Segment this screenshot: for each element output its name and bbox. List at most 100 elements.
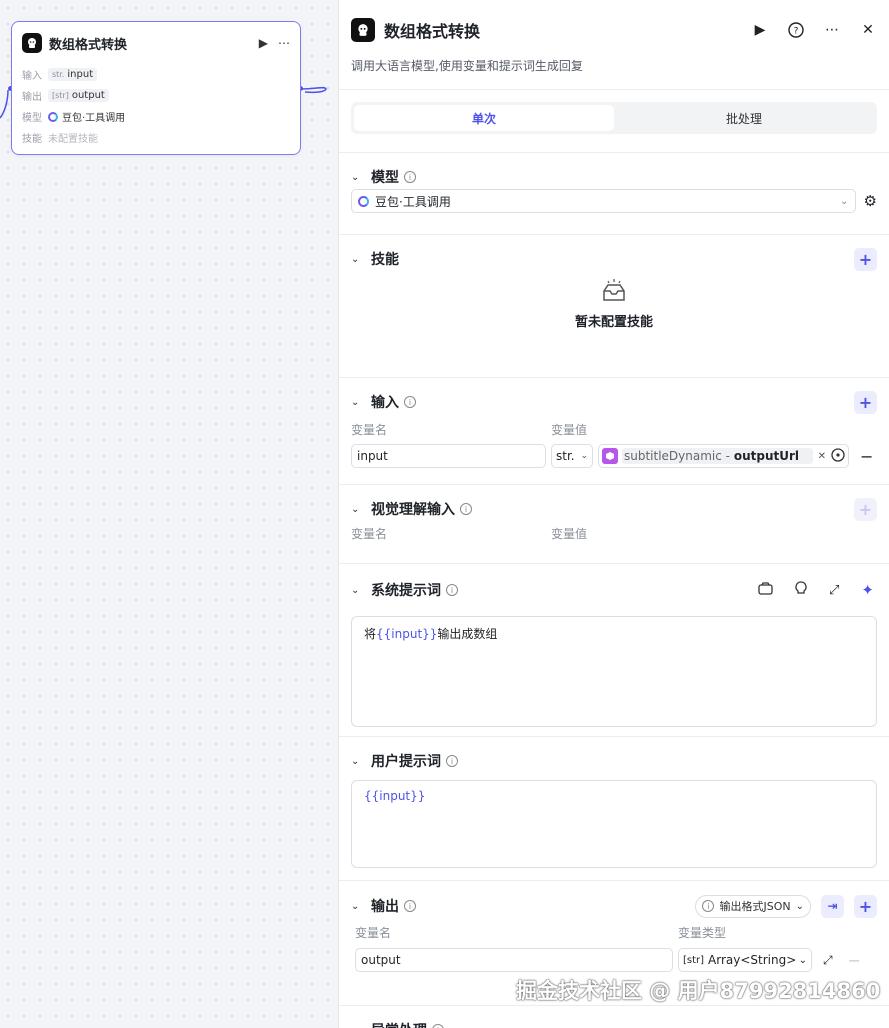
add-output-button[interactable]: + bbox=[854, 894, 877, 918]
expand-icon[interactable]: ⤢ bbox=[823, 953, 833, 968]
prompt-variable: {{input}} bbox=[364, 789, 426, 803]
node-row-key: 输入 bbox=[22, 71, 42, 82]
node-skills-row: 技能 未配置技能 bbox=[12, 127, 300, 148]
panel-description: 调用大语言模型,使用变量和提示词生成回复 bbox=[351, 59, 583, 73]
model-select[interactable]: 豆包·工具调用 ⌄ bbox=[351, 189, 856, 213]
llm-node-card[interactable]: 数组格式转换 ▶ ⋯ 输入 str. input 输出 [str] output 模… bbox=[11, 21, 301, 155]
run-node-icon[interactable]: ▶ bbox=[259, 36, 268, 50]
chevron-down-icon[interactable]: ⌄ bbox=[351, 504, 365, 515]
doubao-logo-icon bbox=[48, 111, 58, 122]
node-row-key: 技能 bbox=[22, 134, 42, 145]
remove-output-icon[interactable]: − bbox=[848, 951, 861, 970]
target-icon[interactable] bbox=[831, 447, 845, 465]
close-icon[interactable]: ✕ bbox=[859, 21, 877, 39]
chevron-down-icon: ⌄ bbox=[798, 954, 807, 966]
chevron-down-icon: ⌄ bbox=[795, 900, 804, 912]
system-prompt-section: ⌄ 系统提示词 i ⤢ ✦ 将{{input}}输出成数组 bbox=[339, 564, 889, 737]
info-icon[interactable]: i bbox=[404, 171, 416, 183]
column-label: 变量类型 bbox=[678, 925, 727, 940]
node-ref-icon bbox=[602, 448, 618, 464]
llm-logo-icon bbox=[351, 18, 375, 42]
chevron-down-icon[interactable]: ⌄ bbox=[351, 397, 365, 408]
help-icon[interactable]: ? bbox=[787, 21, 805, 39]
run-icon[interactable]: ▶ bbox=[751, 21, 769, 39]
expand-icon[interactable]: ⤢ bbox=[829, 583, 839, 598]
info-icon[interactable]: i bbox=[404, 900, 416, 912]
info-icon: i bbox=[702, 900, 715, 912]
prompt-library-icon[interactable] bbox=[758, 581, 773, 599]
add-vision-input-button[interactable]: + bbox=[854, 497, 877, 521]
mode-tabs: 单次 批处理 bbox=[351, 102, 877, 134]
info-icon[interactable]: i bbox=[432, 1024, 444, 1028]
panel-header: 数组格式转换 ▶ ? ⋯ ✕ 调用大语言模型,使用变量和提示词生成回复 bbox=[339, 0, 889, 90]
input-type-select[interactable]: str. ⌄ bbox=[551, 444, 593, 468]
type-badge: str. bbox=[556, 449, 575, 463]
chevron-down-icon[interactable]: ⌄ bbox=[351, 901, 365, 912]
column-label: 变量名 bbox=[355, 925, 392, 940]
remove-input-icon[interactable]: − bbox=[860, 447, 873, 466]
section-title: 异常处理 bbox=[371, 1020, 427, 1028]
node-config-panel: 数组格式转换 ▶ ? ⋯ ✕ 调用大语言模型,使用变量和提示词生成回复 单次 批… bbox=[338, 0, 889, 1028]
model-select-value: 豆包·工具调用 bbox=[375, 194, 451, 209]
chevron-right-icon[interactable]: › bbox=[351, 1025, 365, 1028]
user-prompt-editor[interactable]: {{input}} bbox=[351, 780, 877, 868]
chevron-down-icon[interactable]: ⌄ bbox=[351, 254, 365, 265]
input-var-name-value: input bbox=[357, 449, 388, 463]
ai-sparkle-icon[interactable]: ✦ bbox=[861, 581, 874, 599]
chevron-down-icon[interactable]: ⌄ bbox=[351, 585, 365, 596]
doubao-logo-icon bbox=[358, 195, 369, 207]
llm-logo-icon bbox=[22, 33, 42, 53]
tab-single[interactable]: 单次 bbox=[354, 105, 614, 131]
column-label: 变量名 bbox=[351, 422, 388, 437]
workflow-canvas[interactable]: 数组格式转换 ▶ ⋯ 输入 str. input 输出 [str] output 模… bbox=[0, 0, 338, 1028]
skills-section: ⌄ 技能 + 暂未配置技能 bbox=[339, 235, 889, 378]
section-title: 模型 bbox=[371, 170, 399, 186]
output-type-value: Array<String> bbox=[708, 953, 797, 967]
lightbulb-icon[interactable] bbox=[795, 580, 807, 600]
model-section: ⌄ 模型 i 豆包·工具调用 ⌄ ⚙ bbox=[339, 153, 889, 235]
ref-node-name: subtitleDynamic bbox=[624, 449, 722, 463]
input-var-reference[interactable]: subtitleDynamic - outputUrl ✕ bbox=[598, 444, 849, 468]
node-row-value: input bbox=[67, 69, 94, 80]
section-title: 视觉理解输入 bbox=[371, 502, 455, 518]
info-icon[interactable]: i bbox=[460, 503, 472, 515]
settings-icon[interactable]: ⚙ bbox=[864, 192, 877, 210]
output-format-select[interactable]: i 输出格式JSON ⌄ bbox=[695, 894, 811, 918]
chevron-down-icon: ⌄ bbox=[840, 195, 849, 207]
node-output-row: 输出 [str] output bbox=[12, 85, 300, 106]
add-skill-button[interactable]: + bbox=[854, 247, 877, 271]
output-type-select[interactable]: [str] Array<String> ⌄ bbox=[678, 948, 812, 972]
node-row-key: 输出 bbox=[22, 92, 42, 103]
info-icon[interactable]: i bbox=[446, 755, 458, 767]
info-icon[interactable]: i bbox=[446, 584, 458, 596]
watermark: 掘金技术社区 @ 用户8799281486​0 bbox=[516, 979, 881, 1003]
clear-icon[interactable]: ✕ bbox=[818, 451, 826, 462]
section-title: 技能 bbox=[371, 252, 399, 268]
more-icon[interactable]: ⋯ bbox=[278, 36, 290, 50]
add-input-button[interactable]: + bbox=[854, 390, 877, 414]
node-model-row: 模型 豆包·工具调用 bbox=[12, 106, 300, 127]
ref-field-name: outputUrl bbox=[733, 449, 799, 463]
info-icon[interactable]: i bbox=[404, 396, 416, 408]
chevron-down-icon[interactable]: ⌄ bbox=[351, 756, 365, 767]
node-title: 数组格式转换 bbox=[49, 37, 128, 53]
input-var-name-field[interactable]: input bbox=[351, 444, 546, 468]
system-prompt-editor[interactable]: 将{{input}}输出成数组 bbox=[351, 616, 877, 727]
ref-chip: subtitleDynamic - outputUrl bbox=[622, 448, 813, 464]
more-icon[interactable]: ⋯ bbox=[823, 21, 841, 39]
ref-separator: - bbox=[721, 449, 734, 463]
tab-batch[interactable]: 批处理 bbox=[614, 105, 874, 131]
vision-section: ⌄ 视觉理解输入 i + 变量名 变量值 bbox=[339, 485, 889, 564]
node-row-value: output bbox=[71, 90, 105, 101]
prompt-text: 将 bbox=[364, 627, 377, 641]
output-var-name-field[interactable]: output bbox=[355, 948, 673, 972]
inputs-section: ⌄ 输入 i + 变量名 变量值 input str. ⌄ subtitleDyn… bbox=[339, 378, 889, 485]
user-prompt-section: ⌄ 用户提示词 i {{input}} bbox=[339, 737, 889, 881]
node-row-key: 模型 bbox=[22, 113, 42, 124]
chevron-down-icon[interactable]: ⌄ bbox=[351, 172, 365, 183]
column-label: 变量值 bbox=[551, 422, 588, 437]
import-json-button[interactable]: ⇥ bbox=[821, 894, 844, 918]
section-title: 用户提示词 bbox=[371, 754, 441, 770]
output-format-value: 输出格式JSON bbox=[719, 900, 791, 913]
type-badge: [str] bbox=[683, 954, 705, 966]
